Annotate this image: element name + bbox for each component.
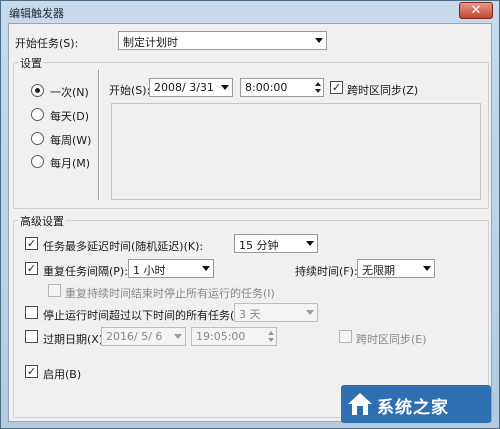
expire-label: 过期日期(X): [43,333,107,346]
settings-legend: 设置 [18,55,44,71]
delay-checkbox[interactable]: ✓ [25,237,38,250]
start-label: 开始(S): [109,84,151,97]
close-icon: ✕ [470,3,482,18]
expire-date-picker[interactable]: 2016/ 5/ 6 [101,327,186,346]
start-task-value: 制定计划时 [123,36,178,49]
chevron-down-icon [423,266,431,271]
checkmark-icon: ✓ [331,81,342,94]
stop-longer-label: 停止运行时间超过以下时间的所有任务(L): [43,309,249,322]
expire-date-value: 2016/ 5/ 6 [106,330,163,343]
repeat-interval-value: 1 小时 [133,264,166,277]
chevron-down-icon [306,241,314,246]
start-date-picker[interactable]: 2008/ 3/31 [149,78,233,97]
radio-daily[interactable] [31,108,44,121]
delay-dropdown[interactable]: 15 分钟 [234,234,318,253]
title-bar[interactable]: 编辑触发器 ✕ [1,1,499,23]
edit-trigger-dialog: 编辑触发器 ✕ 开始任务(S): 制定计划时 设置 一次(N) 每天(D) 每周… [0,0,500,429]
sync-timezone-label: 跨时区同步(Z) [347,84,419,97]
expire-sync-checkbox[interactable] [339,330,352,343]
watermark-text: 系统之家 [377,398,449,418]
radio-selected-dot [35,88,40,93]
radio-monthly-label: 每月(M) [50,157,91,170]
spin-up-icon[interactable] [315,82,321,86]
checkmark-icon: ✓ [26,365,37,378]
radio-weekly[interactable] [31,132,44,145]
spin-up-icon[interactable] [268,331,274,335]
radio-weekly-label: 每周(W) [50,134,92,147]
start-time-value: 8:00:00 [245,81,288,94]
duration-label: 持续时间(F): [295,265,358,278]
radio-once[interactable] [31,84,44,97]
expire-time-value: 19:05:00 [196,330,246,343]
watermark: 系统之家 [341,385,491,423]
expire-checkbox[interactable] [25,330,38,343]
calendar-dropdown-icon [221,85,229,90]
checkmark-icon: ✓ [26,237,37,250]
expire-time-spinner[interactable]: 19:05:00 [191,327,277,346]
checkmark-icon: ✓ [26,262,37,275]
repeat-interval-dropdown[interactable]: 1 小时 [128,259,214,278]
start-task-dropdown[interactable]: 制定计划时 [118,31,327,50]
duration-value: 无限期 [362,264,395,277]
start-task-label: 开始任务(S): [15,37,79,50]
delay-value: 15 分钟 [239,239,279,252]
radio-daily-label: 每天(D) [50,110,90,123]
start-time-spinner[interactable]: 8:00:00 [240,78,324,97]
chevron-down-icon [306,310,314,315]
duration-dropdown[interactable]: 无限期 [357,259,435,278]
spin-down-icon[interactable] [315,89,321,93]
settings-divider [98,70,100,200]
radio-once-label: 一次(N) [50,86,89,99]
house-logo-icon [348,393,372,415]
dialog-body: 开始任务(S): 制定计划时 设置 一次(N) 每天(D) 每周(W) 每月(M… [8,23,492,422]
enabled-label: 启用(B) [43,368,82,381]
sync-timezone-checkbox[interactable]: ✓ [330,81,343,94]
delay-label: 任务最多延迟时间(随机延迟)(K): [43,240,204,253]
stop-longer-dropdown[interactable]: 3 天 [234,303,318,322]
stop-longer-checkbox[interactable] [25,306,38,319]
dialog-title: 编辑触发器 [9,7,64,20]
stop-longer-value: 3 天 [239,308,261,321]
advanced-legend: 高级设置 [18,213,66,229]
schedule-detail-panel [111,103,481,200]
chevron-down-icon [202,266,210,271]
spin-down-icon[interactable] [268,338,274,342]
expire-sync-label: 跨时区同步(E) [356,333,427,346]
stop-running-label: 重复持续时间结束时停止所有运行的任务(I) [65,287,275,300]
calendar-dropdown-icon [174,334,182,339]
stop-running-checkbox[interactable] [48,284,61,297]
enabled-checkbox[interactable]: ✓ [25,365,38,378]
repeat-checkbox[interactable]: ✓ [25,262,38,275]
radio-monthly[interactable] [31,155,44,168]
close-button[interactable]: ✕ [459,2,493,19]
start-date-value: 2008/ 3/31 [154,81,214,94]
repeat-label: 重复任务间隔(P): [43,265,128,278]
chevron-down-icon [315,38,323,43]
